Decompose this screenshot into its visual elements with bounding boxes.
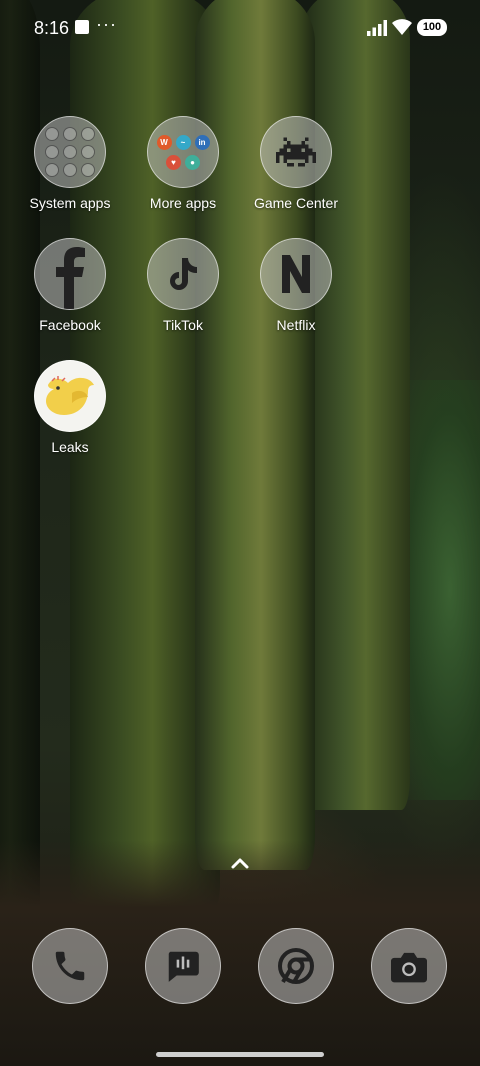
mini-app-icon: ~	[175, 134, 191, 150]
swipe-up-chevron-icon[interactable]	[228, 854, 252, 872]
mini-app-icon: in	[194, 134, 210, 150]
app-facebook[interactable]: Facebook	[15, 238, 125, 333]
dock-chrome[interactable]	[258, 928, 334, 1004]
app-label: More apps	[149, 195, 217, 211]
netflix-n-icon	[260, 238, 332, 310]
chrome-icon	[258, 928, 334, 1004]
yellow-bird-icon	[34, 360, 106, 432]
mini-app-icon: W	[156, 134, 172, 150]
home-gesture-bar[interactable]	[156, 1052, 324, 1057]
mini-app-icon: ♥	[166, 154, 181, 170]
app-label: Netflix	[276, 317, 316, 333]
message-icon	[145, 928, 221, 1004]
more-dots-icon: ···	[96, 14, 117, 34]
space-invader-icon	[260, 116, 332, 188]
folder-icon: W ~ in ♥ ●	[147, 116, 219, 188]
wifi-icon	[392, 19, 412, 35]
app-label: System apps	[29, 195, 111, 211]
notification-square-icon	[75, 20, 89, 34]
battery-icon: 100	[417, 19, 447, 36]
dock-messages[interactable]	[145, 928, 221, 1004]
music-note-icon	[147, 238, 219, 310]
signal-icon	[367, 20, 387, 36]
app-label: Facebook	[39, 317, 101, 333]
app-netflix[interactable]: Netflix	[241, 238, 351, 333]
app-system-apps[interactable]: System apps	[15, 116, 125, 211]
app-leaks[interactable]: Leaks	[15, 360, 125, 455]
camera-icon	[371, 928, 447, 1004]
app-label: Leaks	[51, 439, 89, 455]
app-game-center[interactable]: Game Center	[241, 116, 351, 211]
app-label: Game Center	[253, 195, 339, 211]
mini-app-icon: ●	[185, 154, 200, 170]
app-more-apps[interactable]: W ~ in ♥ ● More apps	[128, 116, 238, 211]
dock-phone[interactable]	[32, 928, 108, 1004]
app-label: TikTok	[163, 317, 203, 333]
phone-icon	[32, 928, 108, 1004]
status-time: 8:16	[34, 18, 70, 38]
app-tiktok[interactable]: TikTok	[128, 238, 238, 333]
dock-camera[interactable]	[371, 928, 447, 1004]
facebook-icon	[34, 238, 106, 310]
status-bar: 8:16 ··· 100	[0, 0, 480, 56]
folder-icon	[34, 116, 106, 188]
